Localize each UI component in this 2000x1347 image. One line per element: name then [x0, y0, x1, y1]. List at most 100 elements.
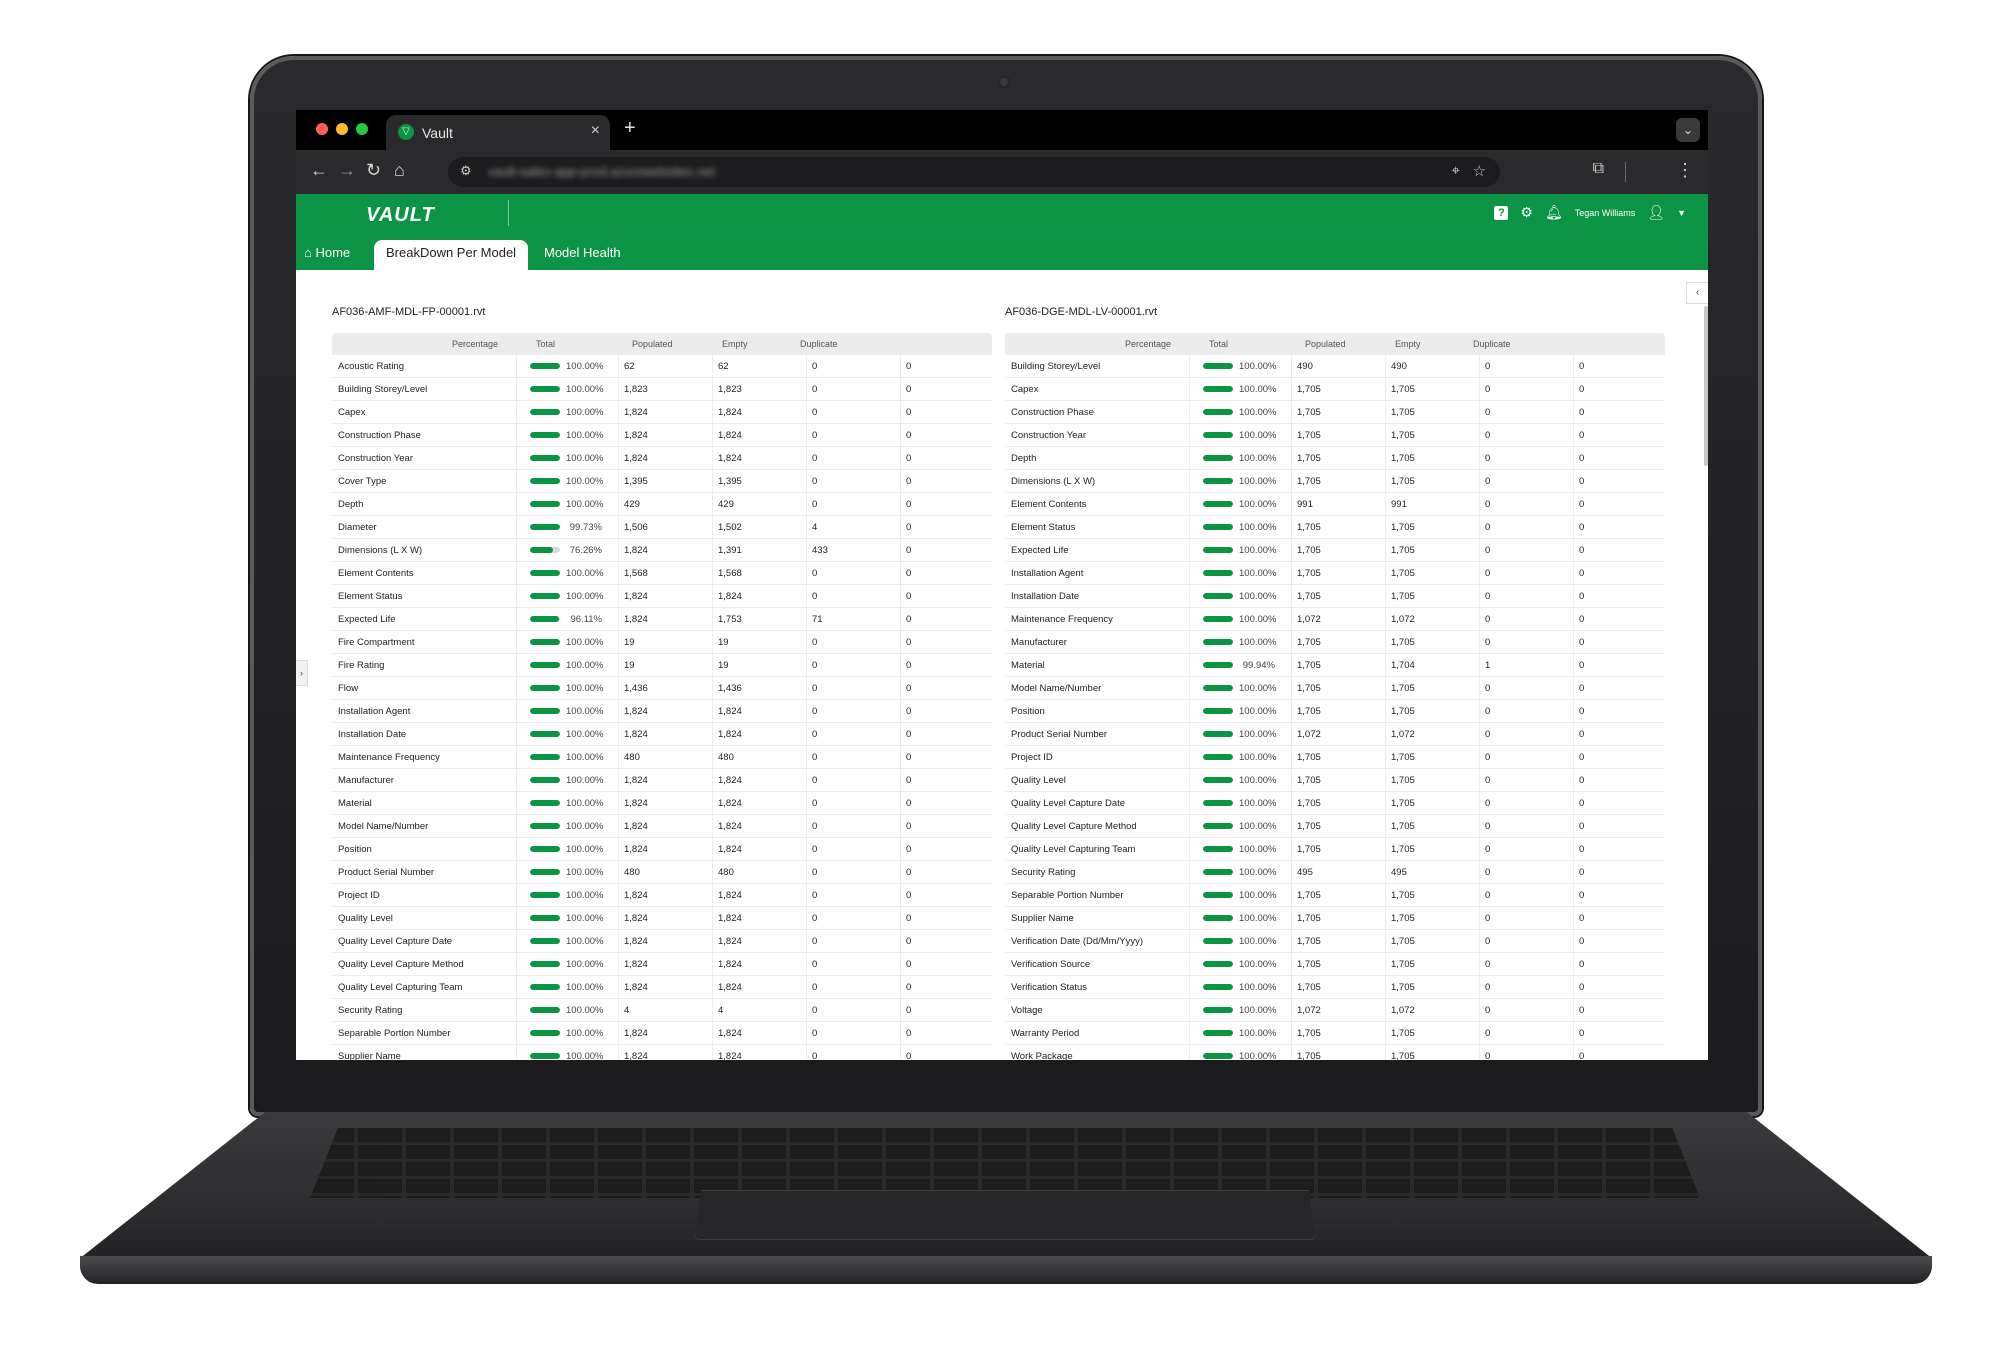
table-row[interactable]: Separable Portion Number 100.00% 1,705 1,70…	[1005, 884, 1665, 907]
vault-logo[interactable]: VAULT	[366, 204, 435, 227]
column-header[interactable]: Total	[1209, 339, 1228, 349]
table-row[interactable]: Expected Life 100.00% 1,705 1,705 0 0	[1005, 539, 1665, 562]
table-row[interactable]: Project ID 100.00% 1,824 1,824 0 0	[332, 884, 992, 907]
table-row[interactable]: Quality Level 100.00% 1,705 1,705 0 0	[1005, 769, 1665, 792]
table-row[interactable]: Model Name/Number 100.00% 1,705 1,705 0 0	[1005, 677, 1665, 700]
table-row[interactable]: Installation Agent 100.00% 1,824 1,824 0 0	[332, 700, 992, 723]
table-row[interactable]: Material 100.00% 1,824 1,824 0 0	[332, 792, 992, 815]
expand-sidebar-chevron-icon[interactable]: ›	[296, 660, 308, 686]
table-row[interactable]: Element Status 100.00% 1,824 1,824 0 0	[332, 585, 992, 608]
table-row[interactable]: Fire Rating 100.00% 19 19 0 0	[332, 654, 992, 677]
table-row[interactable]: Installation Date 100.00% 1,824 1,824 0 0	[332, 723, 992, 746]
close-tab-icon[interactable]: ×	[591, 122, 600, 140]
help-icon[interactable]: ?	[1494, 205, 1509, 220]
table-row[interactable]: Construction Year 100.00% 1,824 1,824 0 0	[332, 447, 992, 470]
scrollbar[interactable]	[1704, 306, 1708, 466]
column-header[interactable]: Percentage	[1125, 339, 1171, 349]
table-row[interactable]: Installation Agent 100.00% 1,705 1,705 0 0	[1005, 562, 1665, 585]
notifications-bell-icon[interactable]: 🔔︎	[1545, 204, 1563, 221]
table-row[interactable]: Position 100.00% 1,705 1,705 0 0	[1005, 700, 1665, 723]
table-row[interactable]: Quality Level Capture Method 100.00% 1,824…	[332, 953, 992, 976]
column-header[interactable]: Total	[536, 339, 555, 349]
table-row[interactable]: Model Name/Number 100.00% 1,824 1,824 0 0	[332, 815, 992, 838]
table-row[interactable]: Quality Level Capturing Team 100.00% 1,824…	[332, 976, 992, 999]
column-header[interactable]: Duplicate	[800, 339, 838, 349]
table-row[interactable]: Material 99.94% 1,705 1,704 1 0	[1005, 654, 1665, 677]
location-pin-icon[interactable]: ⌖	[1452, 162, 1460, 179]
collapse-panel-chevron-icon[interactable]: ‹	[1686, 282, 1708, 304]
browser-tab-vault[interactable]: ▽ Vault ×	[386, 115, 610, 150]
table-row[interactable]: Quality Level 100.00% 1,824 1,824 0 0	[332, 907, 992, 930]
table-row[interactable]: Flow 100.00% 1,436 1,436 0 0	[332, 677, 992, 700]
minimize-window-button[interactable]	[336, 123, 348, 135]
table-row[interactable]: Building Storey/Level 100.00% 490 490 0 0	[1005, 355, 1665, 378]
forward-arrow-icon[interactable]: →	[338, 160, 356, 181]
table-row[interactable]: Installation Date 100.00% 1,705 1,705 0 0	[1005, 585, 1665, 608]
table-row[interactable]: Cover Type 100.00% 1,395 1,395 0 0	[332, 470, 992, 493]
column-header[interactable]: Percentage	[452, 339, 498, 349]
new-tab-icon[interactable]: +	[624, 117, 636, 140]
table-row[interactable]: Dimensions (L X W) 76.26% 1,824 1,391 433 0	[332, 539, 992, 562]
reload-icon[interactable]: ↻	[366, 160, 381, 181]
tab-search-chevron-icon[interactable]: ⌄	[1676, 118, 1700, 142]
table-row[interactable]: Diameter 99.73% 1,506 1,502 4 0	[332, 516, 992, 539]
back-arrow-icon[interactable]: ←	[310, 160, 328, 181]
table-row[interactable]: Fire Compartment 100.00% 19 19 0 0	[332, 631, 992, 654]
table-row[interactable]: Supplier Name 100.00% 1,824 1,824 0 0	[332, 1045, 992, 1060]
maximize-window-button[interactable]	[356, 123, 368, 135]
site-settings-icon[interactable]: ⚙	[460, 163, 472, 179]
table-row[interactable]: Manufacturer 100.00% 1,705 1,705 0 0	[1005, 631, 1665, 654]
settings-gear-icon[interactable]: ⚙	[1520, 204, 1533, 221]
table-row[interactable]: Expected Life 96.11% 1,824 1,753 71 0	[332, 608, 992, 631]
table-row[interactable]: Capex 100.00% 1,705 1,705 0 0	[1005, 378, 1665, 401]
table-row[interactable]: Security Rating 100.00% 495 495 0 0	[1005, 861, 1665, 884]
table-row[interactable]: Verification Date (Dd/Mm/Yyyy) 100.00% 1,7…	[1005, 930, 1665, 953]
table-row[interactable]: Verification Source 100.00% 1,705 1,705 0 0	[1005, 953, 1665, 976]
table-row[interactable]: Element Contents 100.00% 991 991 0 0	[1005, 493, 1665, 516]
table-row[interactable]: Depth 100.00% 429 429 0 0	[332, 493, 992, 516]
table-row[interactable]: Quality Level Capture Date 100.00% 1,705 1,…	[1005, 792, 1665, 815]
table-row[interactable]: Product Serial Number 100.00% 1,072 1,072 0 0	[1005, 723, 1665, 746]
bookmark-star-icon[interactable]: ☆	[1473, 162, 1486, 180]
table-row[interactable]: Quality Level Capturing Team 100.00% 1,705…	[1005, 838, 1665, 861]
home-icon[interactable]: ⌂	[394, 160, 405, 181]
nav-model-health[interactable]: Model Health	[544, 240, 621, 270]
user-menu-chevron-icon[interactable]: ▼	[1677, 208, 1686, 218]
table-row[interactable]: Construction Year 100.00% 1,705 1,705 0 0	[1005, 424, 1665, 447]
nav-home[interactable]: ⌂ Home	[304, 240, 350, 270]
table-row[interactable]: Maintenance Frequency 100.00% 1,072 1,072 0 0	[1005, 608, 1665, 631]
column-header[interactable]: Populated	[632, 339, 673, 349]
user-avatar-icon[interactable]: 👤︎	[1647, 204, 1665, 221]
table-row[interactable]: Acoustic Rating 100.00% 62 62 0 0	[332, 355, 992, 378]
table-row[interactable]: Supplier Name 100.00% 1,705 1,705 0 0	[1005, 907, 1665, 930]
table-row[interactable]: Project ID 100.00% 1,705 1,705 0 0	[1005, 746, 1665, 769]
browser-menu-icon[interactable]: ⋮	[1676, 160, 1694, 181]
table-row[interactable]: Verification Status 100.00% 1,705 1,705 0 0	[1005, 976, 1665, 999]
table-row[interactable]: Building Storey/Level 100.00% 1,823 1,823 0 0	[332, 378, 992, 401]
column-header[interactable]: Populated	[1305, 339, 1346, 349]
table-row[interactable]: Quality Level Capture Date 100.00% 1,824 1,…	[332, 930, 992, 953]
user-name[interactable]: Tegan Williams	[1575, 208, 1636, 218]
nav-breakdown-per-model[interactable]: BreakDown Per Model	[374, 240, 529, 270]
table-row[interactable]: Construction Phase 100.00% 1,705 1,705 0 0	[1005, 401, 1665, 424]
table-row[interactable]: Warranty Period 100.00% 1,705 1,705 0 0	[1005, 1022, 1665, 1045]
table-row[interactable]: Security Rating 100.00% 4 4 0 0	[332, 999, 992, 1022]
table-row[interactable]: Capex 100.00% 1,824 1,824 0 0	[332, 401, 992, 424]
table-row[interactable]: Position 100.00% 1,824 1,824 0 0	[332, 838, 992, 861]
table-row[interactable]: Maintenance Frequency 100.00% 480 480 0 0	[332, 746, 992, 769]
close-window-button[interactable]	[316, 123, 328, 135]
table-row[interactable]: Product Serial Number 100.00% 480 480 0 0	[332, 861, 992, 884]
table-row[interactable]: Element Contents 100.00% 1,568 1,568 0 0	[332, 562, 992, 585]
table-row[interactable]: Construction Phase 100.00% 1,824 1,824 0 0	[332, 424, 992, 447]
table-row[interactable]: Depth 100.00% 1,705 1,705 0 0	[1005, 447, 1665, 470]
column-header[interactable]: Duplicate	[1473, 339, 1511, 349]
table-row[interactable]: Work Package 100.00% 1,705 1,705 0 0	[1005, 1045, 1665, 1060]
extensions-icon[interactable]: ⧉	[1593, 160, 1604, 178]
table-row[interactable]: Element Status 100.00% 1,705 1,705 0 0	[1005, 516, 1665, 539]
table-row[interactable]: Manufacturer 100.00% 1,824 1,824 0 0	[332, 769, 992, 792]
table-row[interactable]: Separable Portion Number 100.00% 1,824 1,82…	[332, 1022, 992, 1045]
table-row[interactable]: Voltage 100.00% 1,072 1,072 0 0	[1005, 999, 1665, 1022]
column-header[interactable]: Empty	[1395, 339, 1421, 349]
address-bar[interactable]: ⚙ vault-sales-app-prod.azurewebsites.net…	[448, 157, 1500, 187]
table-row[interactable]: Dimensions (L X W) 100.00% 1,705 1,705 0 0	[1005, 470, 1665, 493]
